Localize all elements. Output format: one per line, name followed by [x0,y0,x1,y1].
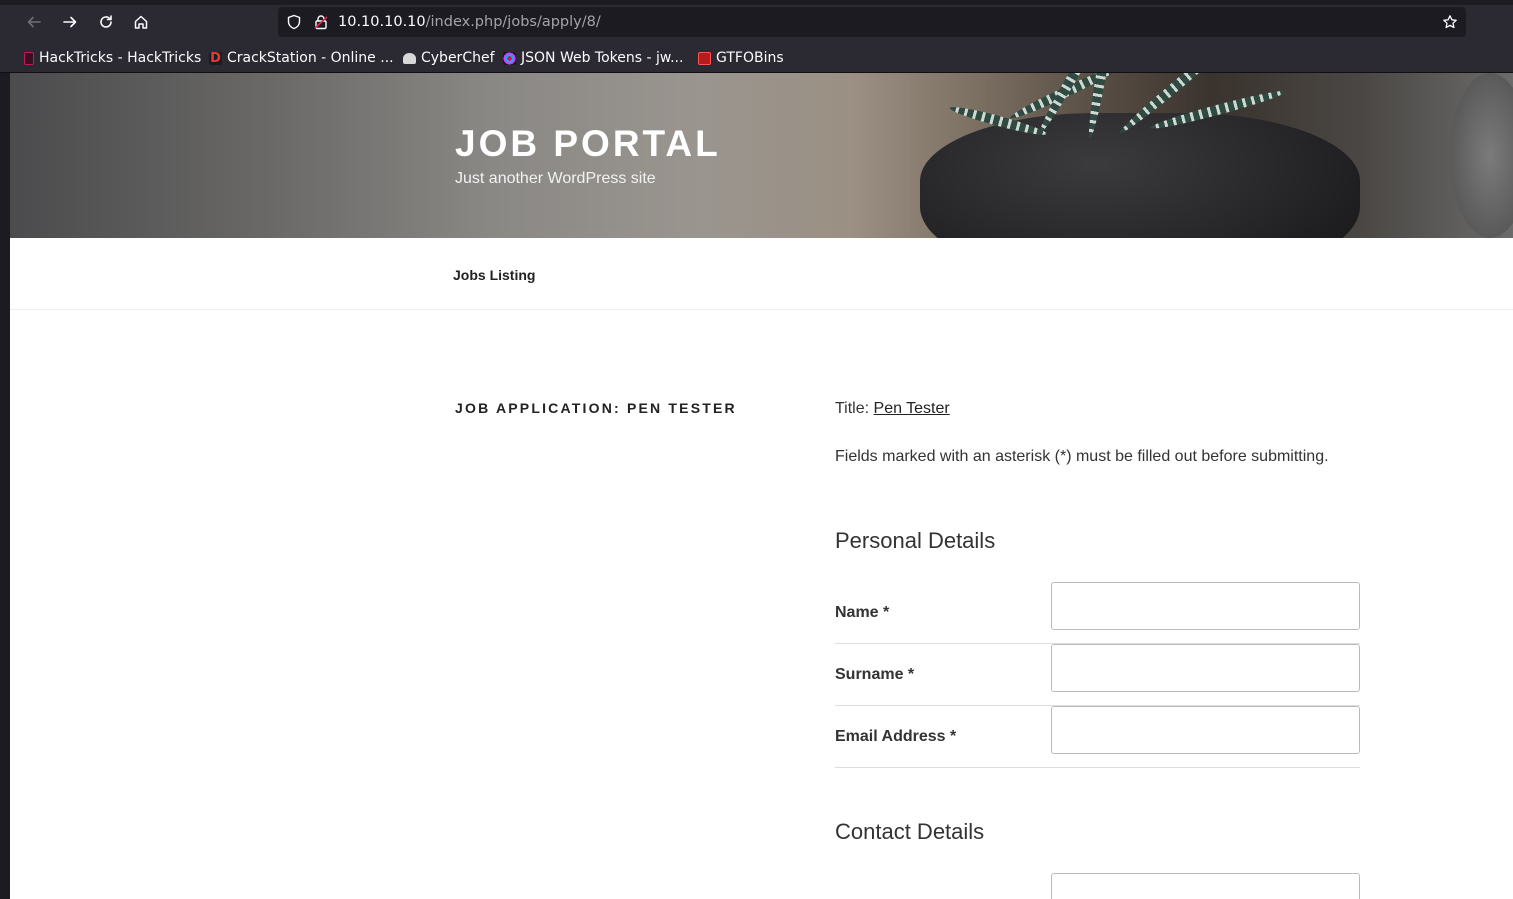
surname-label: Surname * [835,666,915,683]
reload-button[interactable] [92,8,120,36]
gtfobins-icon [698,51,711,65]
main-navigation: Jobs Listing [10,238,1513,310]
name-field-row: Name * [835,582,1360,644]
job-title-prefix: Title: [835,400,870,417]
email-field-row: Email Address * [835,706,1360,768]
arrow-right-icon [63,16,77,28]
url-path: /index.php/jobs/apply/8/ [425,14,601,30]
contact-input[interactable] [1051,873,1360,899]
bookmark-crackstation[interactable]: D CrackStation - Online ... [209,49,394,67]
url-host: 10.10.10.10 [338,14,426,30]
bookmark-label: CyberChef [421,50,495,66]
bookmarks-toolbar: HackTricks - HackTricks D CrackStation -… [0,44,1513,73]
insecure-lock-icon[interactable] [313,14,329,30]
hacktricks-icon [24,51,34,65]
site-header: JOB PORTAL Just another WordPress site [10,73,1513,238]
surname-input[interactable] [1051,644,1360,692]
address-bar[interactable]: 10.10.10.10/index.php/jobs/apply/8/ [278,7,1466,37]
home-icon [134,15,148,29]
surname-field-row: Surname * [835,644,1360,706]
header-image-plant-pot [920,113,1360,238]
browser-toolbar: 10.10.10.10/index.php/jobs/apply/8/ [0,0,1513,44]
email-input[interactable] [1051,706,1360,754]
contact-details-heading: Contact Details [835,819,985,844]
header-image-blur [1450,73,1513,238]
name-label: Name * [835,604,890,621]
web-page: JOB PORTAL Just another WordPress site J… [10,73,1513,899]
bookmark-jwt[interactable]: JSON Web Tokens - jw... [503,49,683,67]
arrow-left-icon [27,16,41,28]
personal-details-heading: Personal Details [835,528,996,553]
home-button[interactable] [127,8,155,36]
required-fields-notice: Fields marked with an asterisk (*) must … [835,448,1329,465]
back-button[interactable] [20,8,48,36]
reload-icon [100,15,112,28]
site-description: Just another WordPress site [455,170,656,187]
job-title-line: Title: Pen Tester [835,400,950,418]
bookmark-cyberchef[interactable]: CyberChef [403,49,495,67]
bookmark-hacktricks[interactable]: HackTricks - HackTricks [24,49,201,67]
jwt-icon [503,51,516,65]
cyberchef-icon [403,52,416,64]
name-input[interactable] [1051,582,1360,630]
url-text[interactable]: 10.10.10.10/index.php/jobs/apply/8/ [338,14,601,30]
job-title-link[interactable]: Pen Tester [874,400,950,417]
bookmark-star-icon[interactable] [1442,14,1458,30]
email-label: Email Address * [835,728,957,745]
forward-button[interactable] [56,8,84,36]
nav-jobs-listing[interactable]: Jobs Listing [453,267,535,283]
site-title[interactable]: JOB PORTAL [455,123,721,165]
sidebar-edge [0,73,10,899]
bookmark-label: CrackStation - Online ... [227,50,394,66]
page-title: JOB APPLICATION: PEN TESTER [455,400,737,416]
bookmark-label: JSON Web Tokens - jw... [521,50,684,66]
bookmark-label: HackTricks - HackTricks [39,50,202,66]
crackstation-icon: D [209,50,222,66]
bookmark-gtfobins[interactable]: GTFOBins [698,49,784,67]
bookmark-label: GTFOBins [716,50,784,66]
tracking-protection-shield-icon[interactable] [286,14,302,30]
